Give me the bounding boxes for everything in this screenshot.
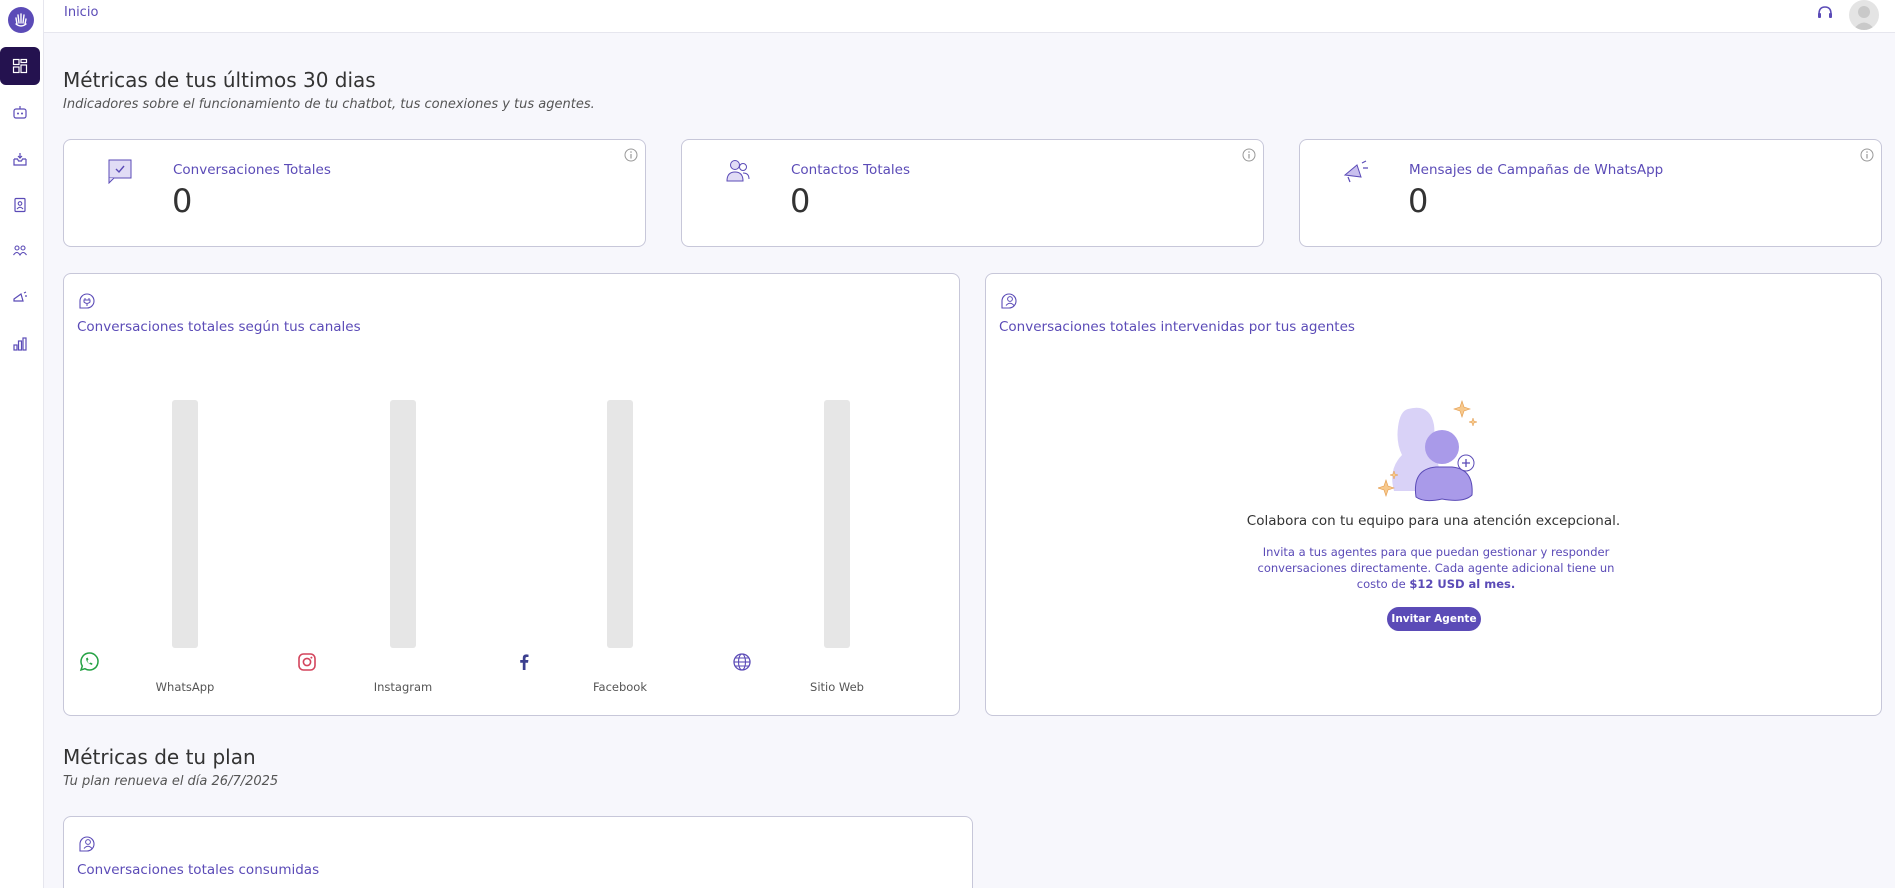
agents-panel-title: Conversaciones totales intervenidas por …: [999, 319, 1355, 335]
metric-label: Mensajes de Campañas de WhatsApp: [1409, 162, 1664, 178]
channel-label-instagram: Instagram: [373, 680, 433, 694]
contacts-book-icon: [14, 197, 26, 213]
topbar: Inicio: [44, 0, 1895, 33]
sidebar: [0, 0, 44, 888]
channels-panel: Conversaciones totales según tus canales…: [63, 273, 960, 716]
empty-state-price: $12 USD al mes.: [1409, 577, 1516, 591]
megaphone-icon: [13, 291, 27, 302]
metric-value: 0: [172, 182, 193, 220]
dashboard-icon: [12, 58, 28, 74]
robot-icon: [13, 106, 27, 119]
metric-card-campaigns: Mensajes de Campañas de WhatsApp 0: [1299, 139, 1882, 247]
empty-state-description: Invita a tus agentes para que puedan ges…: [1246, 544, 1626, 592]
hand-logo-icon[interactable]: [8, 7, 34, 33]
channels-panel-title: Conversaciones totales según tus canales: [77, 319, 361, 335]
plan-panel-title: Conversaciones totales consumidas: [77, 862, 320, 878]
plan-section-title: Métricas de tu plan: [63, 745, 256, 769]
bar-track-website: [824, 400, 850, 648]
metric-label: Contactos Totales: [791, 162, 910, 178]
nav-chatbot[interactable]: [0, 93, 40, 131]
channel-label-whatsapp: WhatsApp: [155, 680, 215, 694]
metric-card-conversations: Conversaciones Totales 0: [63, 139, 646, 247]
info-icon[interactable]: [1860, 147, 1874, 162]
bar-track-facebook: [607, 400, 633, 648]
metric-label: Conversaciones Totales: [173, 162, 331, 178]
nav-contacts[interactable]: [0, 186, 40, 224]
plug-chat-icon: [77, 291, 97, 311]
empty-state-title: Colabora con tu equipo para una atención…: [1246, 513, 1621, 529]
bar-track-whatsapp: [172, 400, 198, 648]
metric-value: 0: [1408, 182, 1429, 220]
globe-icon: [731, 651, 753, 673]
bar-track-instagram: [390, 400, 416, 648]
whatsapp-icon: [78, 651, 100, 673]
facebook-icon: [513, 651, 535, 673]
agent-chat-icon: [999, 291, 1019, 311]
instagram-icon: [296, 651, 318, 673]
nav-agents[interactable]: [0, 232, 40, 270]
nav-dashboard[interactable]: [0, 47, 40, 85]
bar-chart-icon: [13, 337, 27, 351]
metrics-section-title: Métricas de tus últimos 30 dias: [63, 68, 376, 92]
chat-check-icon: [106, 158, 134, 185]
plan-section-subtitle: Tu plan renueva el día 26/7/2025: [63, 774, 279, 789]
breadcrumb-home[interactable]: Inicio: [64, 5, 98, 20]
channel-label-website: Sitio Web: [810, 680, 864, 694]
invite-agents-illustration: [1377, 399, 1490, 511]
agents-panel: Conversaciones totales intervenidas por …: [985, 273, 1882, 716]
nav-inbox[interactable]: [0, 140, 40, 178]
agent-chat-icon: [77, 834, 97, 854]
megaphone-icon: [1342, 158, 1370, 184]
info-icon[interactable]: [1242, 147, 1256, 162]
users-icon: [724, 158, 752, 184]
nav-campaigns[interactable]: [0, 279, 40, 317]
invite-agent-button[interactable]: Invitar Agente: [1387, 607, 1481, 631]
plan-panel: Conversaciones totales consumidas: [63, 816, 973, 888]
channel-label-facebook: Facebook: [592, 680, 648, 694]
info-icon[interactable]: [624, 147, 638, 162]
nav-metrics[interactable]: [0, 325, 40, 363]
inbox-icon: [13, 153, 27, 166]
metric-value: 0: [790, 182, 811, 220]
team-icon: [13, 245, 27, 257]
metrics-section-subtitle: Indicadores sobre el funcionamiento de t…: [63, 97, 595, 112]
headset-icon[interactable]: [1815, 3, 1835, 23]
metric-card-contacts: Contactos Totales 0: [681, 139, 1264, 247]
avatar[interactable]: [1849, 0, 1879, 30]
